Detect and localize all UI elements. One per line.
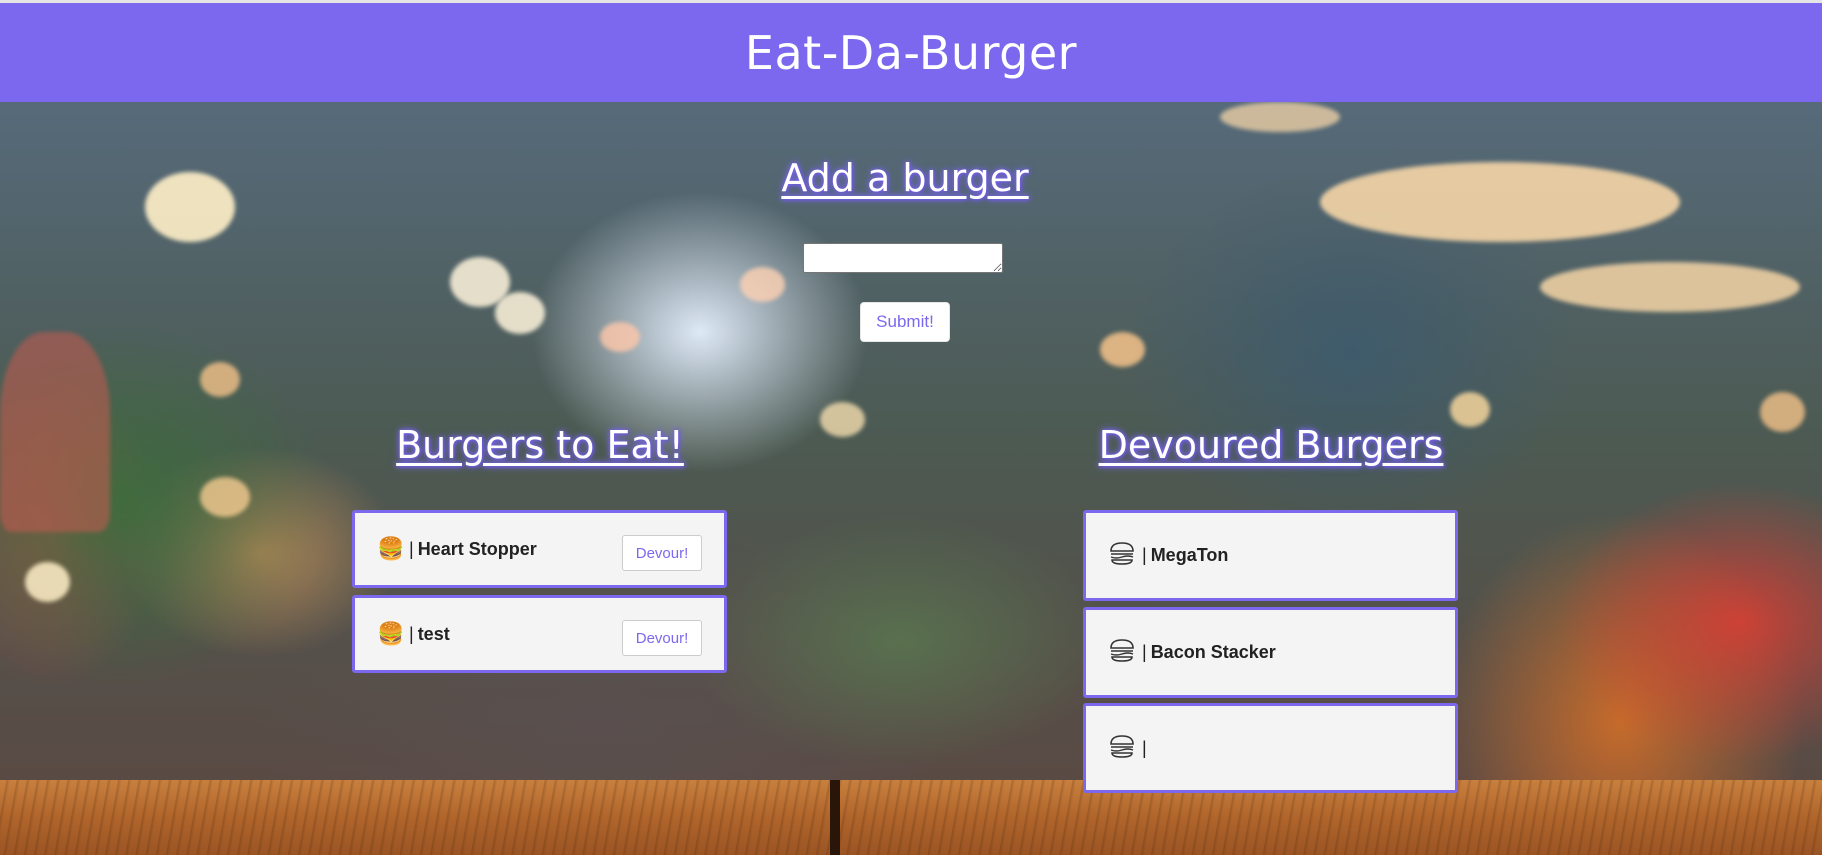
burger-name: test [417,623,450,644]
wooden-table [0,780,1822,855]
page-header: Eat-Da-Burger [0,3,1822,102]
separator: | [1142,737,1147,758]
bokeh-light [495,292,545,334]
devoured-burger-card: | Bacon Stacker [1083,607,1458,698]
burger-name: Bacon Stacker [1150,642,1276,662]
add-burger-heading: Add a burger [781,156,1029,200]
burger-emoji-icon: 🍔 [377,536,405,561]
table-plank-gap [830,780,840,855]
burgers-to-eat-heading: Burgers to Eat! [396,423,684,467]
separator: | [1142,545,1147,565]
pendant-lamp-glow [1320,162,1680,242]
burger-card: 🍔 | test Devour! [352,595,727,673]
burger-name: MegaTon [1150,545,1229,565]
bokeh-light [1450,392,1490,427]
page-title: Eat-Da-Burger [744,25,1078,80]
burger-name-input[interactable] [803,243,1003,273]
devoured-burgers-heading: Devoured Burgers [1098,423,1444,467]
separator: | [409,538,414,559]
restaurant-background-image [0,102,1822,780]
bokeh-light [740,267,785,302]
burger-outline-icon [1108,539,1136,572]
bokeh-light [600,322,640,352]
bokeh-light [25,562,70,602]
submit-button[interactable]: Submit! [860,302,950,342]
umbrella-shape [0,332,110,532]
bokeh-light [200,362,240,397]
separator: | [409,623,414,644]
bokeh-light [820,402,865,437]
devour-button[interactable]: Devour! [622,620,702,656]
devour-button[interactable]: Devour! [622,535,702,571]
bokeh-light [145,172,235,242]
pendant-lamp-glow [1220,102,1340,132]
pendant-lamp-glow [1540,262,1800,312]
burger-name: Heart Stopper [417,538,537,559]
burger-outline-icon [1108,636,1136,669]
burger-card: 🍔 | Heart Stopper Devour! [352,510,727,588]
separator: | [1142,642,1147,662]
burger-outline-icon [1108,732,1136,765]
burger-emoji-icon: 🍔 [377,621,405,646]
devoured-burger-card: | MegaTon [1083,510,1458,601]
bokeh-light [200,477,250,517]
devoured-burger-card: | [1083,703,1458,793]
bokeh-light [1100,332,1145,367]
bokeh-light [1760,392,1805,432]
